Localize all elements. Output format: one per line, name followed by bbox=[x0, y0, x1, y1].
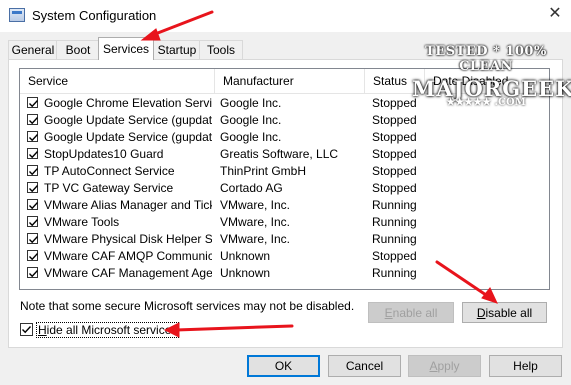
table-row[interactable]: VMware Alias Manager and Ticke... VMware,… bbox=[20, 197, 549, 214]
column-header-status[interactable]: Status bbox=[365, 69, 425, 93]
service-checkbox[interactable] bbox=[27, 233, 39, 244]
ok-button[interactable]: OK bbox=[247, 355, 320, 377]
checkmark-icon bbox=[29, 236, 39, 244]
service-status: Running bbox=[372, 215, 417, 229]
table-row[interactable]: Google Update Service (gupdate) Google In… bbox=[20, 112, 549, 129]
service-status: Stopped bbox=[372, 249, 417, 263]
table-row[interactable]: StopUpdates10 Guard Greatis Software, LLC… bbox=[20, 146, 549, 163]
checkmark-icon bbox=[29, 253, 39, 261]
checkmark-icon bbox=[29, 202, 39, 210]
service-manufacturer: ThinPrint GmbH bbox=[220, 164, 307, 178]
service-checkbox[interactable] bbox=[27, 250, 39, 261]
service-manufacturer: Unknown bbox=[220, 266, 271, 280]
apply-button[interactable]: Apply bbox=[408, 355, 481, 377]
service-manufacturer: Google Inc. bbox=[220, 96, 282, 110]
tab-boot[interactable]: Boot bbox=[56, 40, 100, 59]
tab-general[interactable]: General bbox=[8, 40, 58, 59]
service-name: VMware Physical Disk Helper Ser... bbox=[44, 232, 212, 246]
service-manufacturer: Google Inc. bbox=[220, 130, 282, 144]
window-title: System Configuration bbox=[32, 8, 157, 23]
service-checkbox[interactable] bbox=[27, 182, 39, 193]
service-name: VMware CAF AMQP Communicati... bbox=[44, 249, 212, 263]
service-status: Stopped bbox=[372, 96, 417, 110]
service-checkbox[interactable] bbox=[27, 148, 39, 159]
service-name: StopUpdates10 Guard bbox=[44, 147, 164, 161]
service-checkbox[interactable] bbox=[27, 216, 39, 227]
service-status: Running bbox=[372, 232, 417, 246]
table-row[interactable]: TP AutoConnect Service ThinPrint GmbH Stop… bbox=[20, 163, 549, 180]
secure-services-note: Note that some secure Microsoft services… bbox=[20, 299, 355, 313]
checkmark-icon bbox=[29, 117, 39, 125]
service-checkbox[interactable] bbox=[27, 131, 39, 142]
service-status: Stopped bbox=[372, 164, 417, 178]
table-row[interactable]: VMware Tools VMware, Inc. Running bbox=[20, 214, 549, 231]
service-name: Google Update Service (gupdatem) bbox=[44, 130, 212, 144]
service-manufacturer: Unknown bbox=[220, 249, 271, 263]
table-row[interactable]: TP VC Gateway Service Cortado AG Stopped bbox=[20, 180, 549, 197]
checkmark-icon bbox=[29, 151, 39, 159]
checkmark-icon bbox=[29, 185, 39, 193]
service-status: Running bbox=[372, 266, 417, 280]
service-name: Google Update Service (gupdate) bbox=[44, 113, 212, 127]
service-name: TP AutoConnect Service bbox=[44, 164, 175, 178]
service-checkbox[interactable] bbox=[27, 114, 39, 125]
close-icon[interactable]: ✕ bbox=[545, 4, 565, 24]
disable-all-button[interactable]: Disable all bbox=[462, 302, 547, 323]
service-status: Running bbox=[372, 198, 417, 212]
table-row[interactable]: Google Chrome Elevation Service Google In… bbox=[20, 95, 549, 112]
service-name: VMware Alias Manager and Ticke... bbox=[44, 198, 212, 212]
list-header: Service Manufacturer Status Date Disable… bbox=[20, 69, 549, 94]
service-name: VMware Tools bbox=[44, 215, 120, 229]
service-checkbox[interactable] bbox=[27, 199, 39, 210]
help-button[interactable]: Help bbox=[489, 355, 562, 377]
service-checkbox[interactable] bbox=[27, 267, 39, 278]
table-row[interactable]: VMware Physical Disk Helper Ser... VMware… bbox=[20, 231, 549, 248]
tab-startup[interactable]: Startup bbox=[153, 40, 201, 59]
service-name: TP VC Gateway Service bbox=[44, 181, 174, 195]
table-row[interactable]: VMware CAF AMQP Communicati... Unknown Sto… bbox=[20, 248, 549, 265]
service-status: Stopped bbox=[372, 113, 417, 127]
service-manufacturer: Cortado AG bbox=[220, 181, 283, 195]
service-name: Google Chrome Elevation Service bbox=[44, 96, 212, 110]
table-row[interactable]: Google Update Service (gupdatem) Google I… bbox=[20, 129, 549, 146]
service-status: Stopped bbox=[372, 147, 417, 161]
checkmark-icon bbox=[29, 219, 39, 227]
cancel-button[interactable]: Cancel bbox=[328, 355, 401, 377]
checkmark-icon bbox=[29, 100, 39, 108]
tab-services[interactable]: Services bbox=[98, 37, 154, 60]
service-checkbox[interactable] bbox=[27, 165, 39, 176]
checkmark-icon bbox=[22, 326, 32, 334]
services-list[interactable]: Service Manufacturer Status Date Disable… bbox=[19, 68, 550, 290]
service-manufacturer: Greatis Software, LLC bbox=[220, 147, 339, 161]
service-status: Stopped bbox=[372, 181, 417, 195]
column-header-date-disabled[interactable]: Date Disabled bbox=[425, 69, 549, 93]
table-row[interactable]: VMware CAF Management Agen... Unknown Runn… bbox=[20, 265, 549, 282]
system-configuration-app-icon bbox=[9, 8, 25, 22]
enable-all-button[interactable]: Enable all bbox=[368, 302, 454, 323]
service-manufacturer: VMware, Inc. bbox=[220, 198, 291, 212]
column-header-service[interactable]: Service bbox=[20, 69, 215, 93]
hide-microsoft-services-checkbox[interactable] bbox=[20, 323, 33, 336]
column-header-manufacturer[interactable]: Manufacturer bbox=[215, 69, 365, 93]
service-status: Stopped bbox=[372, 130, 417, 144]
service-manufacturer: VMware, Inc. bbox=[220, 232, 291, 246]
service-checkbox[interactable] bbox=[27, 97, 39, 108]
service-name: VMware CAF Management Agen... bbox=[44, 266, 212, 280]
checkmark-icon bbox=[29, 134, 39, 142]
service-manufacturer: Google Inc. bbox=[220, 113, 282, 127]
checkmark-icon bbox=[29, 270, 39, 278]
hide-microsoft-services-label[interactable]: Hide all Microsoft services bbox=[36, 322, 180, 338]
tab-tools[interactable]: Tools bbox=[199, 40, 243, 59]
checkmark-icon bbox=[29, 168, 39, 176]
service-manufacturer: VMware, Inc. bbox=[220, 215, 291, 229]
